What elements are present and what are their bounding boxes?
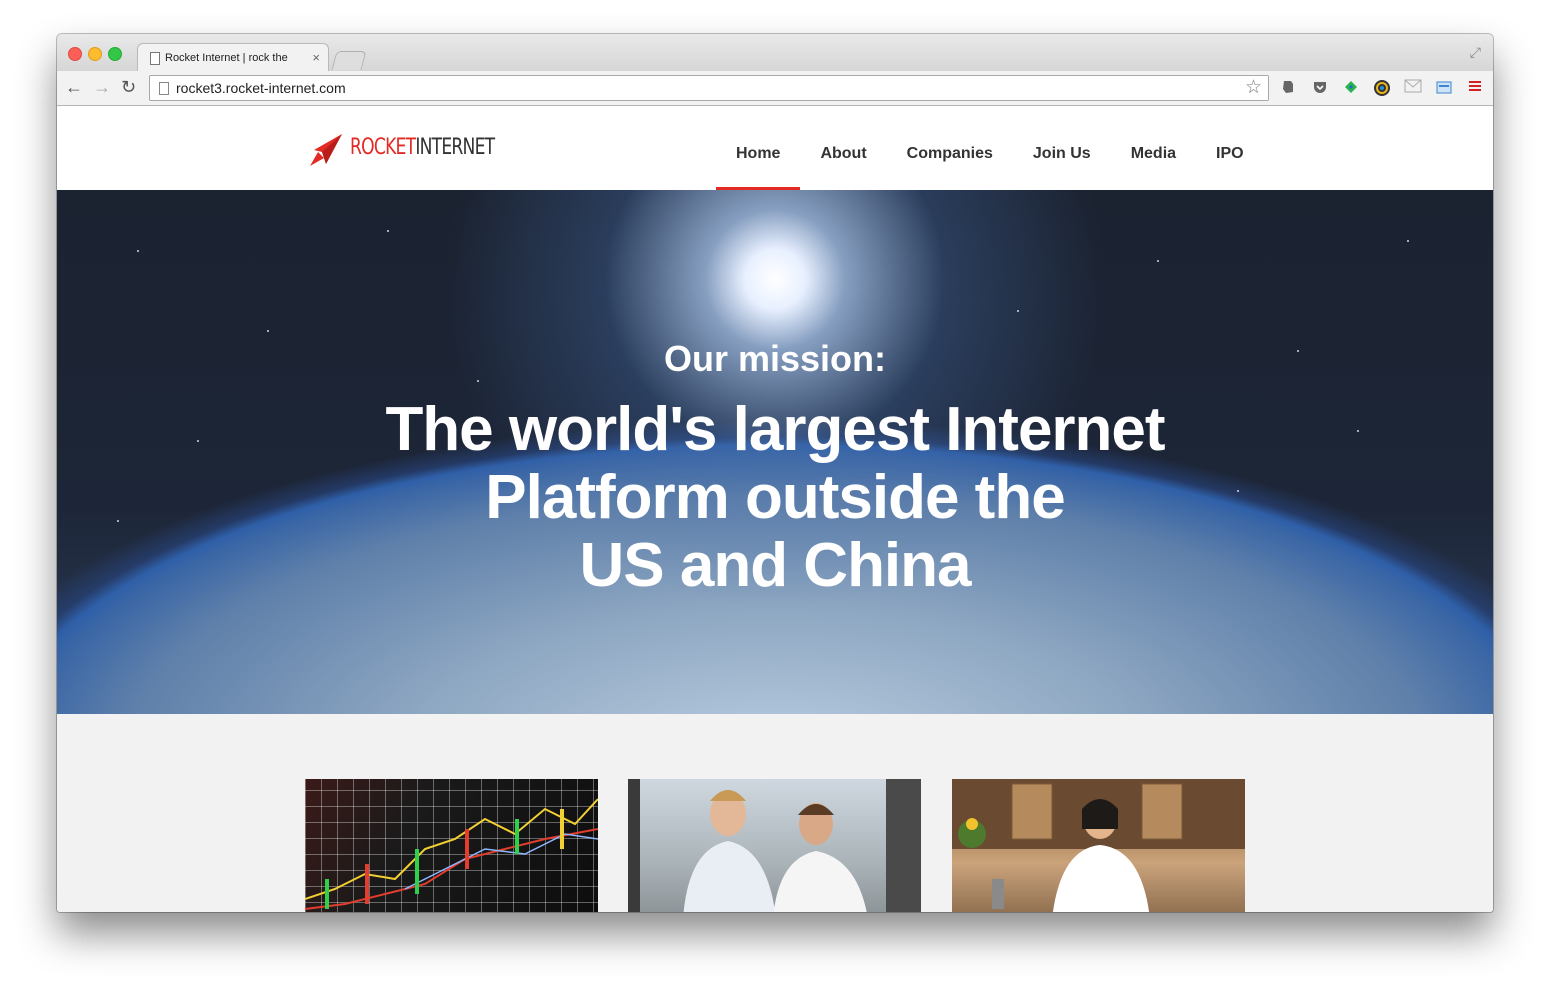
hero-banner: Our mission: The world's largest Interne… [57,190,1493,714]
nav-join-us[interactable]: Join Us [1013,106,1111,190]
back-button[interactable]: ← [65,77,83,98]
evernote-icon[interactable] [1279,79,1297,97]
stock-chart-graphic [305,798,598,910]
browser-toolbar: ← → ↻ rocket3.rocket-internet.com ☆ [57,71,1493,106]
fullscreen-icon[interactable]: ⤢ [1470,44,1481,61]
screenshot-icon[interactable] [1435,79,1453,97]
menu-icon[interactable] [1466,79,1484,97]
hero-title-line: US and China [579,531,971,600]
pocket-icon[interactable] [1311,79,1329,97]
rocket-icon [310,134,342,166]
tab-close-icon[interactable]: × [312,50,320,65]
logo-text: ROCKETINTERNET [350,135,495,160]
tab-title: Rocket Internet | rock the [165,52,288,64]
hero-title-line: The world's largest Internet [385,395,1165,464]
nav-companies[interactable]: Companies [887,106,1013,190]
site-header: ROCKETINTERNET Home About Companies Join… [57,106,1493,190]
hero-subtitle: Our mission: [663,338,887,379]
kitchen-graphic [952,779,1245,912]
page-content: ROCKETINTERNET Home About Companies Join… [57,106,1493,912]
bookmark-star-icon[interactable]: ☆ [1245,76,1262,99]
nav-about[interactable]: About [800,106,886,190]
browser-window: Rocket Internet | rock the × ⤢ ← → ↻ roc… [57,34,1493,912]
close-window-button[interactable] [68,47,82,61]
star [387,230,389,232]
page-icon [159,82,169,95]
cooking-photo[interactable] [952,779,1245,912]
reload-button[interactable]: ↻ [121,77,136,98]
star [1017,310,1019,312]
new-tab-button[interactable] [331,51,367,70]
logo-part-rocket: ROCKET [350,135,416,160]
browser-tab[interactable]: Rocket Internet | rock the × [137,43,329,72]
feedly-icon[interactable] [1342,79,1360,97]
founders-photo[interactable] [628,779,921,912]
nav-media[interactable]: Media [1111,106,1196,190]
title-bar: Rocket Internet | rock the × ⤢ [57,34,1493,72]
star [1407,240,1409,242]
forward-button[interactable]: → [93,77,111,98]
logo-part-internet: INTERNET [415,135,495,160]
stock-chart-image[interactable] [305,779,598,912]
hero-title-line: Platform outside the [485,463,1065,532]
star [137,250,139,252]
color-picker-icon[interactable] [1373,79,1391,97]
star [1157,260,1159,262]
hero-title: The world's largest Internet Platform ou… [57,396,1493,600]
url-text[interactable]: rocket3.rocket-internet.com [176,80,346,96]
star [477,380,479,382]
maximize-window-button[interactable] [108,47,122,61]
nav-home[interactable]: Home [716,106,801,190]
mail-icon[interactable] [1404,79,1422,97]
page-icon [150,52,160,65]
main-nav: Home About Companies Join Us Media IPO [716,106,1264,190]
star [267,330,269,332]
minimize-window-button[interactable] [88,47,102,61]
nav-ipo[interactable]: IPO [1196,106,1264,190]
founders-graphic [683,790,867,912]
address-bar[interactable]: rocket3.rocket-internet.com ☆ [149,75,1269,101]
